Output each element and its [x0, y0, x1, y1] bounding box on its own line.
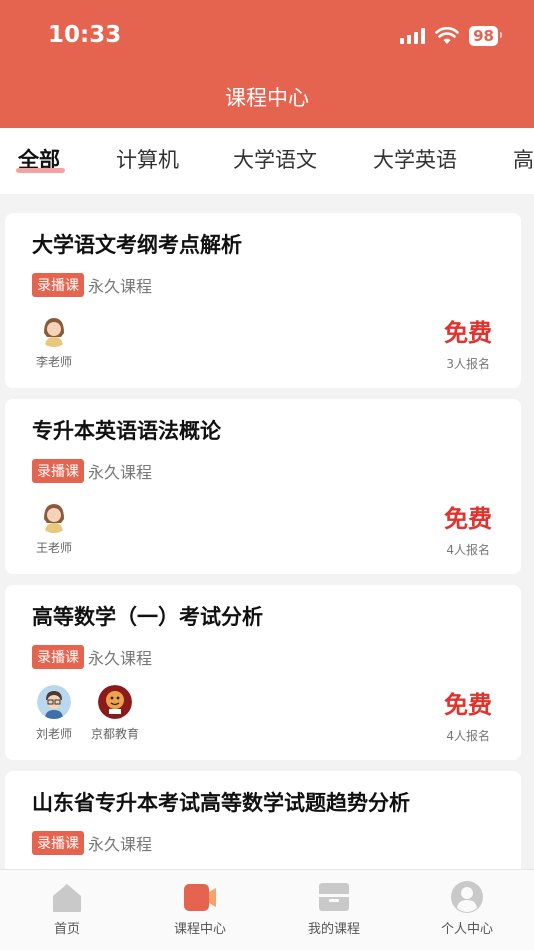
teacher-avatar-icon — [37, 499, 71, 533]
nav-label: 个人中心 — [440, 922, 493, 937]
nav-label: 课程中心 — [173, 922, 226, 937]
enroll-count: 3人报名 — [446, 357, 490, 371]
course-type-badge: 录播课 — [32, 459, 84, 483]
tab-computer[interactable]: 计算机 — [116, 144, 179, 174]
course-card[interactable]: 山东省专升本考试高等数学试题趋势分析 录播课 永久课程 — [5, 771, 521, 869]
course-price: 免费 — [444, 319, 492, 347]
course-card[interactable]: 专升本英语语法概论 录播课 永久课程 王老师 免费 4人报名 — [5, 399, 521, 574]
course-type-badge: 录播课 — [32, 645, 84, 669]
course-title: 专升本英语语法概论 — [32, 419, 221, 443]
tab-college-chinese[interactable]: 大学语文 — [233, 144, 317, 174]
course-type-badge: 录播课 — [32, 831, 84, 855]
teacher-name: 李老师 — [35, 355, 72, 369]
teacher[interactable]: 刘老师 — [24, 685, 84, 742]
teacher-name: 京都教育 — [90, 727, 139, 741]
nav-profile[interactable]: 个人中心 — [417, 880, 517, 937]
tab-math-partial[interactable]: 高 — [513, 144, 534, 174]
enroll-count: 4人报名 — [446, 729, 490, 743]
tab-active-indicator — [16, 168, 65, 173]
course-title: 高等数学（一）考试分析 — [32, 605, 263, 629]
status-time: 10:33 — [48, 22, 122, 48]
course-price: 免费 — [444, 691, 492, 719]
app-header: 10:33 98 课程中心 — [0, 0, 534, 128]
course-validity: 永久课程 — [88, 649, 153, 668]
user-icon — [451, 881, 483, 913]
enroll-count: 4人报名 — [446, 543, 490, 557]
bottom-nav: 首页 课程中心 我的课程 个人中心 — [0, 869, 534, 950]
course-title: 大学语文考纲考点解析 — [32, 233, 242, 257]
course-validity: 永久课程 — [88, 463, 153, 482]
course-title: 山东省专升本考试高等数学试题趋势分析 — [32, 791, 410, 815]
category-tabs: 全部 计算机 大学语文 大学英语 高 — [0, 128, 534, 194]
battery-indicator: 98 — [469, 26, 502, 46]
teacher[interactable]: 李老师 — [24, 313, 84, 370]
course-card[interactable]: 高等数学（一）考试分析 录播课 永久课程 刘老师 京都教育 免费 4人报名 — [5, 585, 521, 760]
course-type-badge: 录播课 — [32, 273, 84, 297]
cellular-signal-icon — [400, 28, 426, 44]
teacher[interactable]: 王老师 — [24, 499, 84, 556]
teacher-avatar-icon — [37, 685, 71, 719]
teacher-name: 王老师 — [35, 541, 72, 555]
wifi-icon — [435, 27, 459, 44]
institution-logo-icon — [98, 685, 132, 719]
teacher-avatar-icon — [37, 313, 71, 347]
tab-college-english[interactable]: 大学英语 — [373, 144, 457, 174]
status-icons: 98 — [400, 26, 502, 46]
page-title: 课程中心 — [225, 86, 309, 110]
nav-label: 首页 — [53, 922, 80, 937]
inbox-icon — [319, 883, 349, 911]
nav-course-center[interactable]: 课程中心 — [150, 880, 250, 937]
nav-my-courses[interactable]: 我的课程 — [284, 880, 384, 937]
teacher-name: 刘老师 — [35, 727, 72, 741]
course-validity: 永久课程 — [88, 835, 153, 854]
course-validity: 永久课程 — [88, 277, 153, 296]
nav-home[interactable]: 首页 — [17, 880, 117, 937]
course-card[interactable]: 大学语文考纲考点解析 录播课 永久课程 李老师 免费 3人报名 — [5, 213, 521, 388]
video-icon — [184, 884, 216, 911]
course-price: 免费 — [444, 505, 492, 533]
nav-label: 我的课程 — [307, 922, 360, 937]
home-icon — [53, 884, 81, 912]
teacher[interactable]: 京都教育 — [85, 685, 145, 742]
